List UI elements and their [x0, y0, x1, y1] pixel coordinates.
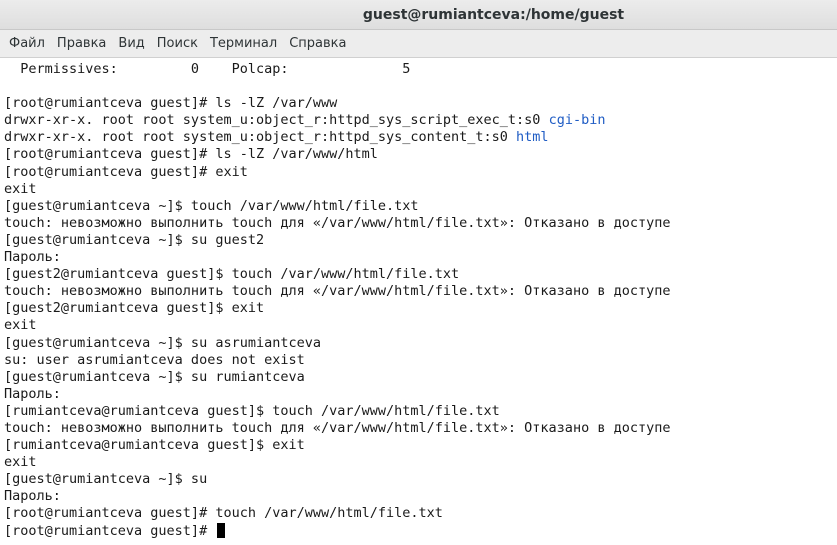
- terminal-line-text: [root@rumiantceva guest]#: [4, 522, 216, 539]
- terminal-line-text: [guest@rumiantceva ~]$ su asrumiantceva: [4, 334, 321, 351]
- terminal-line: drwxr-xr-x. root root system_u:object_r:…: [4, 129, 833, 146]
- directory-name: html: [516, 129, 549, 146]
- terminal-line: touch: невозможно выполнить touch для «/…: [4, 420, 833, 437]
- terminal-line: [guest2@rumiantceva guest]$ exit: [4, 300, 833, 317]
- window-title: guest@rumiantceva:/home/guest: [362, 6, 625, 23]
- terminal-line-text: [root@rumiantceva guest]# ls -lZ /var/ww…: [4, 146, 378, 163]
- terminal-line: [root@rumiantceva guest]# exit: [4, 164, 833, 181]
- terminal-line: exit: [4, 454, 833, 471]
- terminal-line: touch: невозможно выполнить touch для «/…: [4, 215, 833, 232]
- terminal-line-text: Permissives: 0 Polcap: 5: [4, 61, 411, 77]
- terminal-line: exit: [4, 317, 833, 334]
- menu-bar: Файл Правка Вид Поиск Терминал Справка: [0, 30, 837, 58]
- directory-name: cgi-bin: [548, 112, 606, 129]
- menu-search[interactable]: Поиск: [151, 36, 204, 51]
- terminal-line: Пароль:: [4, 488, 833, 505]
- terminal-line-text: [guest@rumiantceva ~]$ touch /var/www/ht…: [4, 197, 419, 214]
- terminal-line: [guest@rumiantceva ~]$ su rumiantceva: [4, 369, 833, 386]
- terminal-line-text: touch: невозможно выполнить touch для «/…: [4, 283, 671, 300]
- terminal-line-text: exit: [4, 317, 37, 334]
- terminal-line: [guest@rumiantceva ~]$ su asrumiantceva: [4, 335, 833, 352]
- terminal-line: drwxr-xr-x. root root system_u:object_r:…: [4, 112, 833, 129]
- terminal-line-text: [root@rumiantceva guest]# touch /var/www…: [4, 505, 443, 522]
- terminal-line-text: [guest2@rumiantceva guest]$ exit: [4, 300, 265, 317]
- terminal-line-text: Пароль:: [4, 488, 61, 505]
- menu-terminal[interactable]: Терминал: [204, 36, 283, 51]
- terminal-window: guest@rumiantceva:/home/guest Файл Правк…: [0, 0, 837, 545]
- terminal-line-text: Пароль:: [4, 385, 61, 402]
- terminal-line-text: Пароль:: [4, 249, 61, 266]
- terminal-line-text: [guest@rumiantceva ~]$ su rumiantceva: [4, 368, 305, 385]
- menu-view[interactable]: Вид: [112, 36, 150, 51]
- terminal-line: [guest@rumiantceva ~]$ su: [4, 471, 833, 488]
- text-cursor: [217, 522, 226, 538]
- terminal-line-text: exit: [4, 180, 37, 197]
- terminal-line-text: [guest2@rumiantceva guest]$ touch /var/w…: [4, 266, 460, 283]
- terminal-line-text: exit: [4, 454, 37, 471]
- terminal-line-text: [guest@rumiantceva ~]$ su guest2: [4, 231, 265, 248]
- terminal-line: [root@rumiantceva guest]#: [4, 522, 833, 540]
- terminal-line: touch: невозможно выполнить touch для «/…: [4, 283, 833, 300]
- terminal-line: [root@rumiantceva guest]# touch /var/www…: [4, 505, 833, 522]
- terminal-line-text: [rumiantceva@rumiantceva guest]$ touch /…: [4, 402, 500, 419]
- terminal-line-text: [rumiantceva@rumiantceva guest]$ exit: [4, 437, 305, 454]
- terminal-output[interactable]: Permissives: 0 Polcap: 5 [root@rumiantcev…: [0, 58, 837, 545]
- terminal-line-text: [guest@rumiantceva ~]$ su: [4, 471, 208, 488]
- terminal-line-text: touch: невозможно выполнить touch для «/…: [4, 214, 671, 231]
- terminal-line-text: drwxr-xr-x. root root system_u:object_r:…: [4, 129, 517, 146]
- terminal-line-text: su: user asrumiantceva does not exist: [4, 351, 305, 368]
- terminal-line: [rumiantceva@rumiantceva guest]$ exit: [4, 437, 833, 454]
- terminal-line-text: touch: невозможно выполнить touch для «/…: [4, 419, 671, 436]
- terminal-line: [guest@rumiantceva ~]$ touch /var/www/ht…: [4, 198, 833, 215]
- terminal-line: exit: [4, 181, 833, 198]
- terminal-line: [rumiantceva@rumiantceva guest]$ touch /…: [4, 403, 833, 420]
- terminal-line: Пароль:: [4, 249, 833, 266]
- terminal-line: [root@rumiantceva guest]# ls -lZ /var/ww…: [4, 146, 833, 163]
- menu-file[interactable]: Файл: [3, 36, 51, 51]
- terminal-line: [guest@rumiantceva ~]$ su guest2: [4, 232, 833, 249]
- terminal-line-text: [root@rumiantceva guest]# ls -lZ /var/ww…: [4, 95, 338, 112]
- menu-edit[interactable]: Правка: [51, 36, 112, 51]
- terminal-line: [root@rumiantceva guest]# ls -lZ /var/ww…: [4, 95, 833, 112]
- terminal-line-text: [root@rumiantceva guest]# exit: [4, 163, 248, 180]
- title-bar[interactable]: guest@rumiantceva:/home/guest: [0, 0, 837, 30]
- terminal-line-text: drwxr-xr-x. root root system_u:object_r:…: [4, 112, 549, 129]
- menu-help[interactable]: Справка: [283, 36, 352, 51]
- terminal-line: [guest2@rumiantceva guest]$ touch /var/w…: [4, 266, 833, 283]
- terminal-line: Пароль:: [4, 386, 833, 403]
- terminal-line: su: user asrumiantceva does not exist: [4, 352, 833, 369]
- terminal-line: Permissives: 0 Polcap: 5: [4, 61, 833, 78]
